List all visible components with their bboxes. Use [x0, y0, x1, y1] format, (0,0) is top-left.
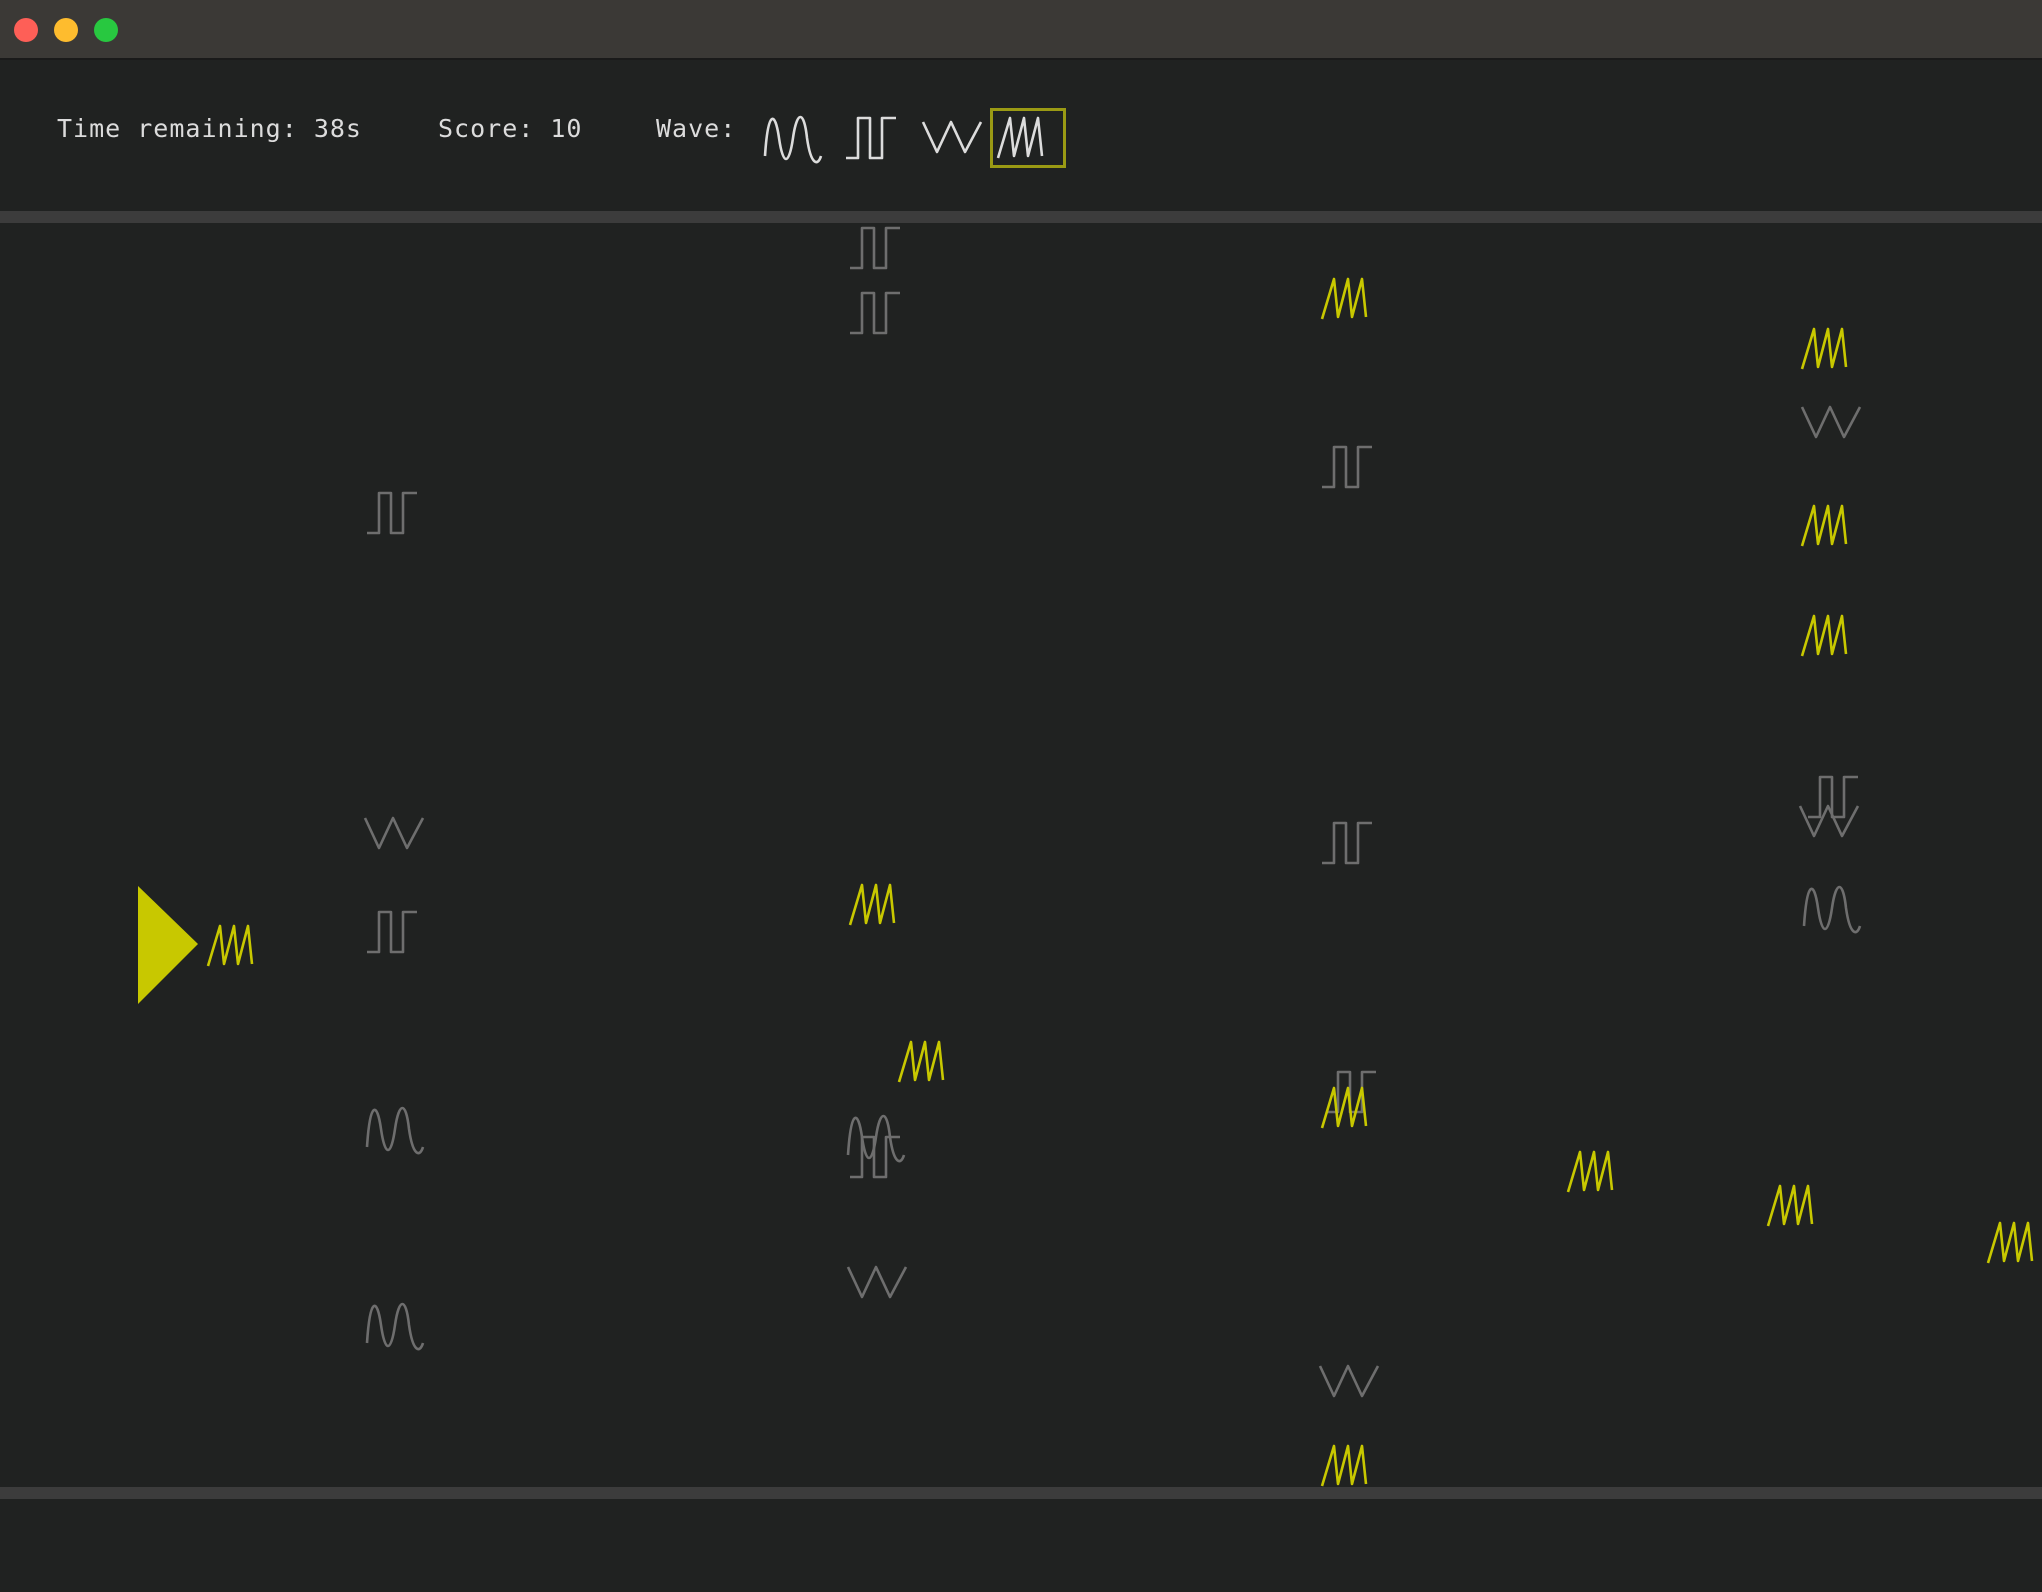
- wave-enemy-sawtooth-icon: [1320, 1086, 1368, 1129]
- game-window: Time remaining: 38s Score: 10 Wave:: [0, 0, 2042, 1592]
- wave-enemy-sawtooth-icon: [848, 883, 896, 926]
- wave-enemy-triangle-icon: [846, 1265, 908, 1299]
- wave-enemy-sawtooth-icon: [1800, 327, 1848, 370]
- wave-enemy-square-icon: [850, 1135, 900, 1179]
- wave-enemy-square-icon: [850, 291, 900, 335]
- playfield: [138, 226, 2034, 1487]
- wave-enemy-sawtooth-icon: [1566, 1150, 1614, 1193]
- wave-enemy-triangle-icon: [1318, 1364, 1380, 1398]
- wave-enemy-square-icon: [367, 910, 417, 954]
- wave-enemy-sawtooth-icon: [1800, 614, 1848, 657]
- wave-enemy-sine-icon: [846, 1114, 906, 1163]
- wave-enemy-sawtooth-icon: [1800, 504, 1848, 547]
- wave-enemy-square-icon: [1808, 775, 1858, 819]
- wave-enemy-square-icon: [367, 491, 417, 535]
- wave-enemy-sine-icon: [365, 1302, 425, 1351]
- wave-enemy-sawtooth-icon: [1986, 1221, 2034, 1264]
- player-triangle-icon[interactable]: [138, 886, 198, 1004]
- wave-enemy-sawtooth-icon: [1766, 1184, 1814, 1227]
- wave-enemy-sine-icon: [365, 1106, 425, 1155]
- wave-enemy-triangle-icon: [1798, 804, 1860, 838]
- wave-enemy-square-icon: [850, 226, 900, 270]
- player-projectile-sawtooth-icon: [206, 924, 254, 967]
- wave-enemy-sawtooth-icon: [1320, 1444, 1368, 1487]
- wave-enemy-triangle-icon: [1800, 405, 1862, 439]
- wave-enemy-sine-icon: [1802, 885, 1862, 934]
- wave-enemy-triangle-icon: [363, 816, 425, 850]
- wave-enemy-sawtooth-icon: [897, 1040, 945, 1083]
- wave-enemy-sawtooth-icon: [1320, 277, 1368, 320]
- wave-enemy-square-icon: [1322, 821, 1372, 865]
- wave-enemy-square-icon: [1322, 445, 1372, 489]
